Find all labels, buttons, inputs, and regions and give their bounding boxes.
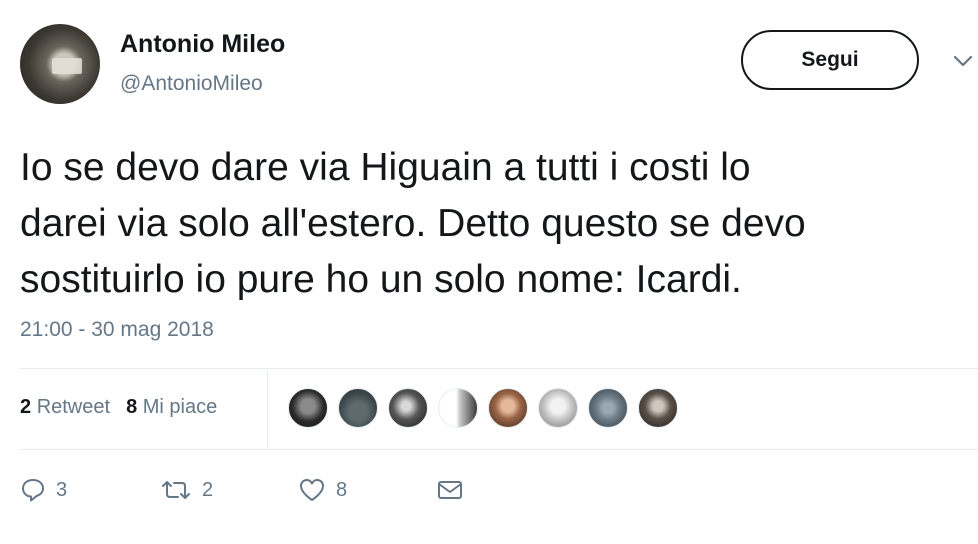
tweet-line: darei via solo all'estero. Detto questo …	[20, 202, 806, 245]
tweet-text: Io se devo dare via Higuain a tutti i co…	[20, 140, 970, 308]
reply-icon	[22, 479, 44, 502]
liker-avatar[interactable]	[438, 388, 478, 428]
liker-avatar[interactable]	[488, 388, 528, 428]
liker-avatar[interactable]	[288, 388, 328, 428]
retweet-stat[interactable]: 2 Retweet	[20, 396, 110, 418]
follow-button[interactable]: Segui	[741, 30, 919, 90]
engagement-stats: 2 Retweet 8 Mi piace	[20, 396, 217, 419]
divider	[267, 370, 268, 448]
reply-count: 3	[56, 478, 68, 501]
liker-avatar[interactable]	[338, 388, 378, 428]
retweet-label: Retweet	[36, 396, 111, 418]
liker-avatar[interactable]	[538, 388, 578, 428]
like-stat[interactable]: 8 Mi piace	[126, 396, 217, 418]
liker-avatar[interactable]	[588, 388, 628, 428]
divider	[20, 368, 978, 369]
liker-avatar[interactable]	[638, 388, 678, 428]
tweet-timestamp[interactable]: 21:00 - 30 mag 2018	[20, 318, 214, 342]
tweet-line: sostituirlo io pure ho un solo nome: Ica…	[20, 258, 742, 301]
mail-icon	[438, 481, 462, 499]
retweet-icon	[162, 481, 190, 499]
retweet-count: 2	[20, 396, 32, 418]
chevron-down-icon[interactable]	[950, 48, 976, 74]
divider	[20, 449, 978, 450]
retweet-button[interactable]: 2	[160, 472, 213, 508]
tweet-line: Io se devo dare via Higuain a tutti i co…	[20, 146, 751, 189]
like-count: 8	[336, 478, 348, 501]
like-button[interactable]: 8	[298, 472, 347, 508]
liker-avatar[interactable]	[388, 388, 428, 428]
profile-avatar[interactable]	[20, 24, 100, 104]
like-label: Mi piace	[142, 396, 218, 418]
user-handle[interactable]: @AntonioMileo	[120, 72, 263, 96]
display-name[interactable]: Antonio Mileo	[120, 30, 285, 59]
retweet-count: 2	[202, 478, 214, 501]
message-button[interactable]	[436, 472, 464, 508]
like-count: 8	[126, 396, 138, 418]
reply-button[interactable]: 3	[20, 472, 67, 508]
heart-icon	[300, 479, 324, 501]
